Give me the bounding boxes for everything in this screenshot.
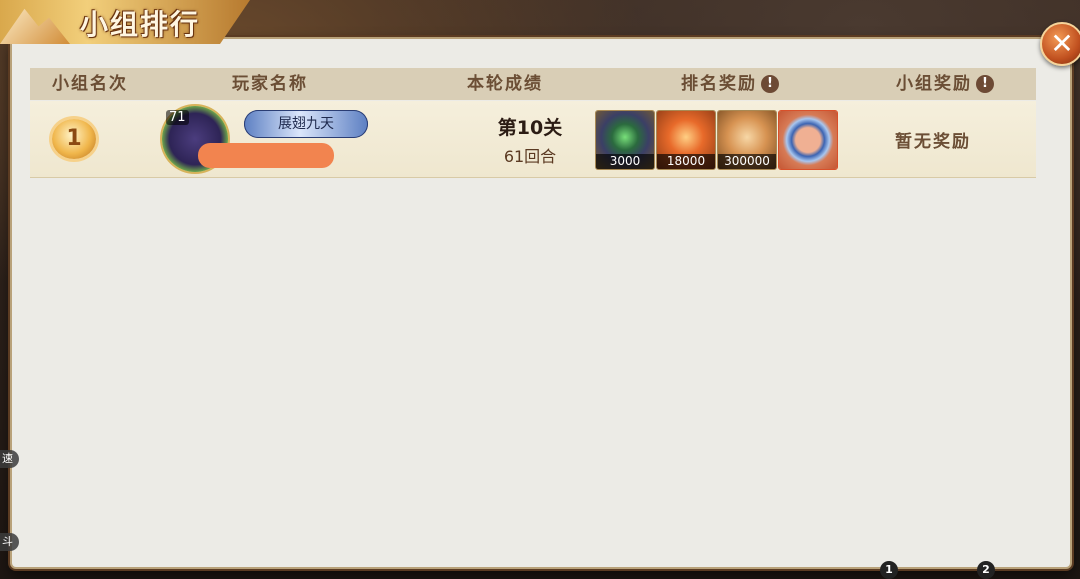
header-rank-reward-label: 排名奖励 — [681, 74, 757, 94]
table-header: 小组名次 玩家名称 本轮成绩 排名奖励! 小组奖励! — [30, 68, 1036, 100]
reward-quantity: 300000 — [718, 154, 776, 169]
reward-fire-orb[interactable]: 18000 — [656, 110, 716, 170]
page-indicator-2[interactable]: 2 — [977, 561, 995, 579]
header-rank: 小组名次 — [52, 74, 128, 94]
player-level: 71 — [166, 110, 189, 125]
spirit-ring-icon — [779, 111, 837, 169]
side-tag-battle[interactable]: 斗 — [0, 533, 19, 551]
header-score: 本轮成绩 — [467, 74, 543, 94]
side-tag-speed[interactable]: 速 — [0, 450, 19, 468]
page-title: 小组排行 — [80, 8, 201, 41]
table-row: 1 71 展翅九天 第10关 61回合 3000 18000 300000 暂无… — [30, 101, 1036, 178]
header-group-reward: 小组奖励! — [880, 68, 1010, 100]
player-title-badge: 展翅九天 — [244, 110, 368, 138]
header-group-reward-label: 小组奖励 — [896, 74, 972, 94]
rank-medal-icon: 1 — [52, 119, 96, 159]
player-name-redacted — [198, 143, 334, 168]
reward-jade-chest[interactable]: 3000 — [595, 110, 655, 170]
score-stage: 第10关 — [497, 117, 563, 139]
page-indicator-1[interactable]: 1 — [880, 561, 898, 579]
close-button[interactable]: ✕ — [1040, 22, 1080, 66]
group-reward-info-icon[interactable]: ! — [976, 75, 994, 93]
reward-spirit-ring[interactable] — [778, 110, 838, 170]
close-icon: ✕ — [1050, 27, 1074, 60]
group-reward-value: 暂无奖励 — [895, 132, 971, 152]
reward-copper-coin[interactable]: 300000 — [717, 110, 777, 170]
header-player: 玩家名称 — [232, 74, 308, 94]
header-rank-reward: 排名奖励! — [660, 68, 800, 100]
score-rounds: 61回合 — [503, 147, 557, 166]
reward-quantity: 18000 — [657, 154, 715, 169]
reward-quantity: 3000 — [596, 154, 654, 169]
rank-reward-info-icon[interactable]: ! — [761, 75, 779, 93]
